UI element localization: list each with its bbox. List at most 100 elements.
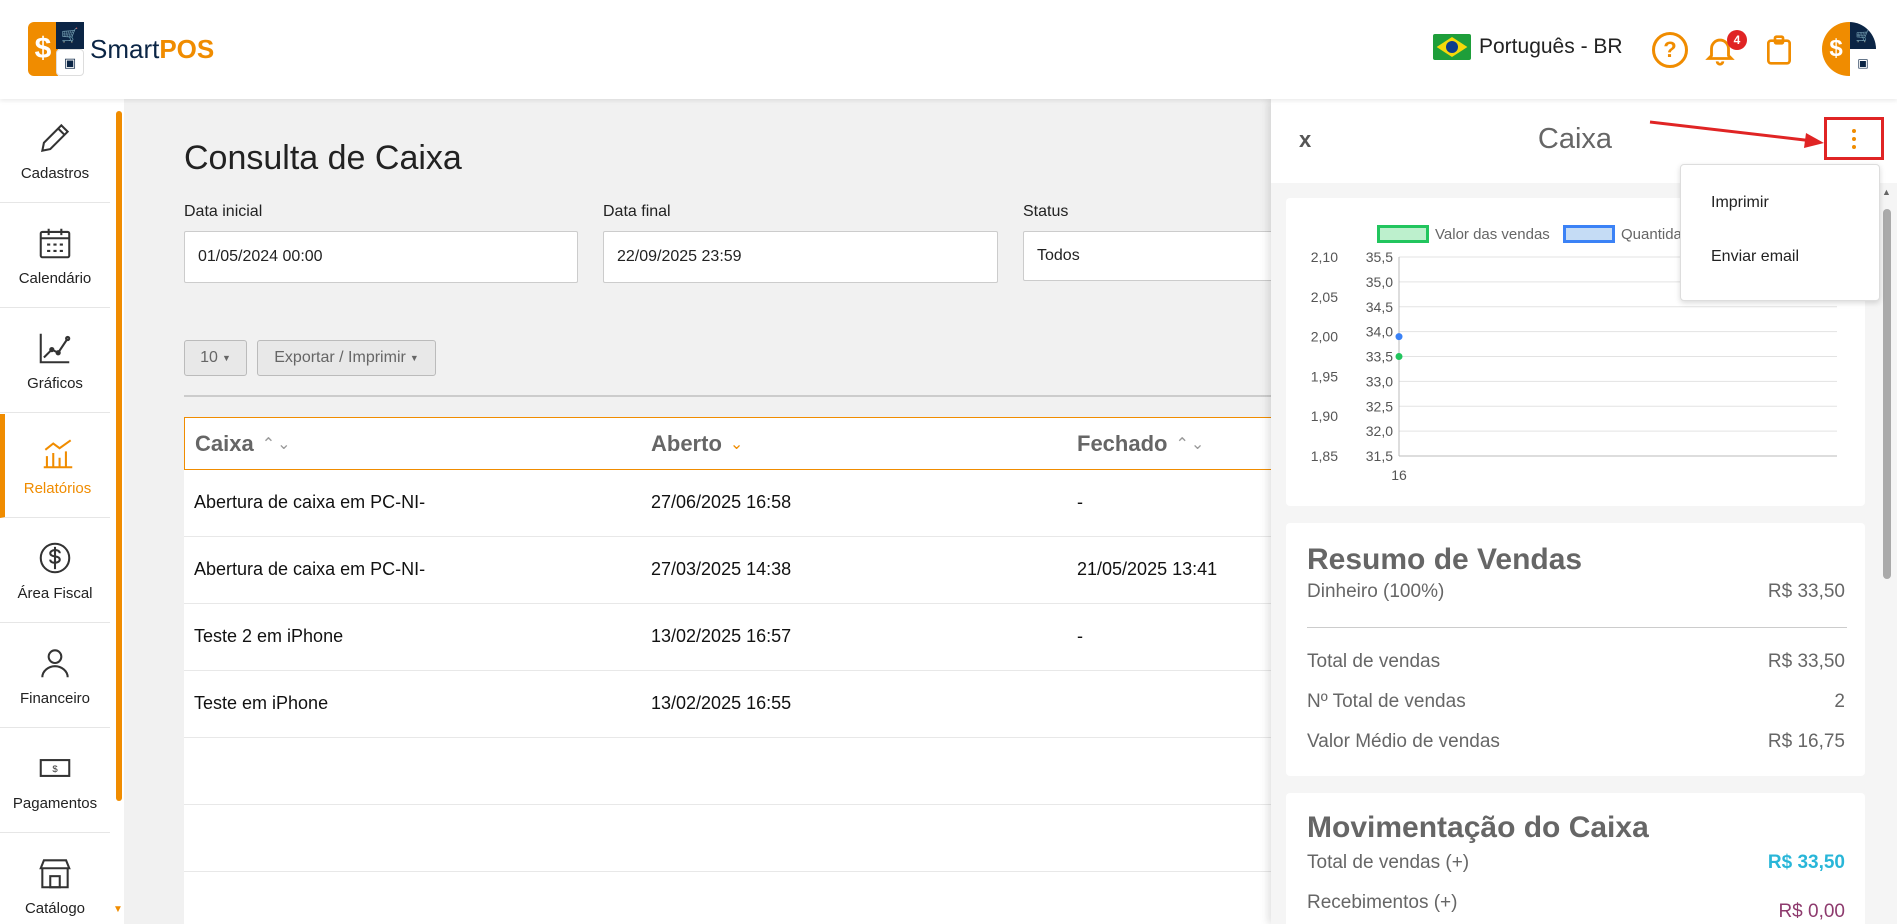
sidebar-item-label: Gráficos: [27, 375, 83, 392]
kebab-menu-icon: [1852, 128, 1856, 149]
sales-count-label: Nº Total de vendas: [1307, 691, 1466, 712]
logo-mark: $ 🛒 ▣: [28, 22, 84, 76]
y-tick-label-right: 35,0: [1366, 274, 1393, 290]
help-icon[interactable]: ?: [1652, 32, 1688, 68]
cell-aberto: 27/06/2025 16:58: [651, 492, 792, 512]
sidebar-item-calendario[interactable]: Calendário: [0, 204, 110, 308]
receipts-value: R$ 0,00: [1778, 901, 1845, 922]
top-header: $ 🛒 ▣ SmartPOS Português - BR ? 4 $ 🛒 ▣: [0, 0, 1897, 99]
y-tick-label-left: 1,90: [1311, 408, 1338, 424]
movement-sales-label: Total de vendas (+): [1307, 852, 1470, 873]
cell-aberto: 13/02/2025 16:55: [651, 693, 792, 713]
table-row[interactable]: Abertura de caixa em PC-NI- 27/03/2025 1…: [184, 537, 1274, 604]
cash-movement-card: Movimentação do Caixa Total de vendas (+…: [1286, 793, 1865, 924]
clipboard-icon[interactable]: [1761, 32, 1797, 68]
table-row[interactable]: Abertura de caixa em PC-NI- 27/06/2025 1…: [184, 470, 1274, 537]
sidebar-item-graficos[interactable]: Gráficos: [0, 309, 110, 413]
sidebar-item-label: Cadastros: [20, 165, 90, 182]
cell-caixa: Abertura de caixa em PC-NI-: [194, 492, 426, 512]
y-tick-label-right: 31,5: [1366, 448, 1393, 464]
section-title: Resumo de Vendas: [1307, 543, 1583, 576]
sidebar-item-pagamentos[interactable]: $ Pagamentos: [0, 729, 110, 833]
bar-chart-icon: [43, 439, 72, 469]
y-tick-label-right: 33,5: [1366, 349, 1393, 365]
total-sales-label: Total de vendas: [1307, 651, 1441, 672]
cash-register-table: Caixa ⌃⌄ Aberto ⌄ Fechado ⌃⌄ Abertura de ca…: [184, 417, 1274, 924]
cell-fechado: 21/05/2025 13:41: [1077, 559, 1218, 579]
y-tick-label-right: 33,0: [1366, 373, 1393, 389]
column-header-aberto[interactable]: Aberto ⌄: [651, 431, 745, 457]
table-row[interactable]: Teste em iPhone 13/02/2025 16:55: [184, 671, 1274, 738]
options-dropdown-menu: Imprimir Enviar email: [1680, 164, 1880, 301]
start-date-input[interactable]: 01/05/2024 00:00: [184, 231, 578, 283]
table-row-empty: [184, 872, 1274, 924]
scroll-down-icon[interactable]: ▼: [113, 904, 123, 915]
y-tick-label-left: 2,05: [1311, 289, 1338, 305]
sidebar-scrollbar[interactable]: [116, 111, 122, 801]
export-print-dropdown[interactable]: Exportar / Imprimir ▼: [257, 340, 436, 376]
sidebar-item-cadastros[interactable]: Cadastros: [0, 99, 110, 203]
banknote-icon: $: [39, 759, 71, 777]
cart-icon: 🛒: [56, 22, 84, 49]
sidebar-item-label: Pagamentos: [12, 795, 98, 812]
total-sales-value: R$ 33,50: [1767, 651, 1845, 672]
menu-item-enviar-email[interactable]: Enviar email: [1711, 248, 1799, 266]
cash-label: Dinheiro (100%): [1307, 581, 1445, 602]
sort-icon[interactable]: ⌃⌄: [1175, 434, 1206, 454]
page-size-dropdown[interactable]: 10 ▼: [184, 340, 247, 376]
sidebar-item-financeiro[interactable]: Financeiro: [0, 624, 110, 728]
line-chart-icon: [39, 333, 71, 364]
export-label: Exportar / Imprimir: [274, 349, 406, 366]
y-tick-label-right: 34,0: [1366, 324, 1393, 340]
language-selector[interactable]: Português - BR: [1433, 34, 1623, 60]
y-tick-label-right: 35,5: [1366, 249, 1393, 265]
y-tick-label-left: 2,10: [1311, 249, 1338, 265]
page-size-label: 10: [200, 349, 218, 366]
logo-text: SmartPOS: [90, 33, 215, 64]
movement-sales-value: R$ 33,50: [1767, 852, 1845, 873]
card-icon: ▣: [56, 49, 84, 76]
end-date-input[interactable]: 22/09/2025 23:59: [603, 231, 998, 283]
sidebar-item-relatorios[interactable]: Relatórios: [0, 414, 110, 518]
page-title: Consulta de Caixa: [184, 139, 462, 177]
y-tick-label-right: 32,5: [1366, 398, 1393, 414]
column-header-caixa[interactable]: Caixa ⌃⌄: [195, 431, 293, 457]
y-tick-label-right: 32,0: [1366, 423, 1393, 439]
table-row-empty: [184, 805, 1274, 872]
language-label: Português - BR: [1479, 35, 1623, 58]
cell-fechado: -: [1077, 626, 1083, 646]
main-content: Consulta de Caixa Data inicial 01/05/202…: [124, 99, 1283, 924]
menu-item-imprimir[interactable]: Imprimir: [1711, 194, 1769, 212]
x-tick-label: 16: [1391, 467, 1407, 483]
panel-scrollbar[interactable]: [1883, 209, 1891, 579]
dollar-circle-icon: [39, 542, 71, 574]
divider: [1307, 627, 1847, 628]
receipts-label: Recebimentos (+): [1307, 892, 1458, 913]
scroll-up-icon[interactable]: ▲: [1882, 187, 1891, 197]
sidebar-item-catalogo[interactable]: Catálogo: [0, 834, 110, 924]
smartpos-logo[interactable]: $ 🛒 ▣ SmartPOS: [28, 22, 214, 76]
section-title: Movimentação do Caixa: [1307, 811, 1649, 844]
sidebar-item-label: Relatórios: [23, 480, 92, 497]
caret-down-icon: ▼: [221, 353, 231, 363]
sidebar-item-area-fiscal[interactable]: Área Fiscal: [0, 519, 110, 623]
user-avatar[interactable]: $ 🛒 ▣: [1822, 22, 1876, 76]
store-icon: [39, 859, 71, 889]
red-arrow-annotation: [1649, 120, 1824, 148]
sales-summary-card: Resumo de Vendas Dinheiro (100%) R$ 33,5…: [1286, 523, 1865, 776]
cell-caixa: Abertura de caixa em PC-NI-: [194, 559, 426, 579]
status-select[interactable]: Todos: [1023, 231, 1283, 281]
cell-caixa: Teste 2 em iPhone: [194, 626, 344, 646]
table-header: Caixa ⌃⌄ Aberto ⌄ Fechado ⌃⌄: [184, 417, 1274, 470]
data-point-quantidade: [1395, 333, 1403, 341]
cash-value: R$ 33,50: [1767, 581, 1845, 602]
data-point-valor-das-vendas: [1395, 353, 1403, 360]
more-options-button[interactable]: [1824, 117, 1884, 160]
table-row[interactable]: Teste 2 em iPhone 13/02/2025 16:57 -: [184, 604, 1274, 671]
sort-desc-icon[interactable]: ⌄: [730, 434, 745, 454]
column-header-fechado[interactable]: Fechado ⌃⌄: [1077, 431, 1206, 457]
pencil-icon: [41, 123, 70, 152]
sort-icon[interactable]: ⌃⌄: [262, 434, 293, 454]
cell-fechado: -: [1077, 492, 1083, 512]
sidebar-item-label: Catálogo: [24, 900, 86, 917]
